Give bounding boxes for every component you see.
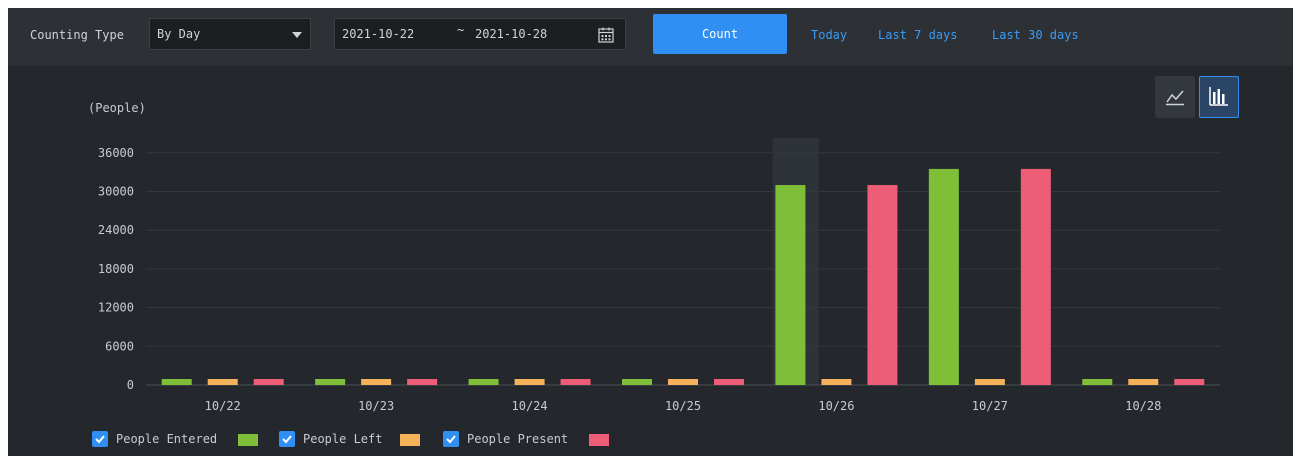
- legend-item-entered[interactable]: People Entered: [92, 430, 272, 448]
- x-tick-label: 10/26: [818, 399, 854, 413]
- x-tick-label: 10/22: [205, 399, 241, 413]
- bar: [622, 379, 652, 385]
- legend-label: People Left: [303, 432, 383, 446]
- legend-swatch-left: [400, 434, 420, 446]
- checkbox-checked-icon[interactable]: [92, 431, 108, 447]
- legend-swatch-present: [589, 434, 609, 446]
- checkbox-checked-icon[interactable]: [279, 431, 295, 447]
- x-tick-label: 10/24: [512, 399, 548, 413]
- bar: [315, 379, 346, 385]
- y-tick-label: 24000: [98, 223, 134, 237]
- legend-label: People Present: [467, 432, 569, 446]
- bar: [161, 379, 192, 385]
- y-tick-label: 18000: [98, 262, 134, 276]
- y-tick-label: 36000: [98, 146, 134, 160]
- legend-item-present[interactable]: People Present: [443, 430, 623, 448]
- bar: [974, 379, 1005, 385]
- bar: [468, 379, 499, 385]
- bar: [1128, 379, 1159, 385]
- bar: [207, 379, 238, 385]
- bar: [775, 185, 806, 385]
- bar: [668, 379, 698, 385]
- legend-swatch-entered: [238, 434, 258, 446]
- x-tick-label: 10/25: [665, 399, 701, 413]
- legend-label: People Entered: [116, 432, 218, 446]
- x-tick-label: 10/27: [972, 399, 1008, 413]
- bar: [560, 379, 591, 385]
- people-counting-panel: Counting Type By Day 2021-10-22 ~ 2021-1…: [8, 8, 1293, 456]
- bar: [821, 379, 852, 385]
- bar: [514, 379, 545, 385]
- x-tick-label: 10/28: [1125, 399, 1161, 413]
- y-tick-label: 12000: [98, 301, 134, 315]
- bar: [1020, 168, 1051, 385]
- x-tick-label: 10/23: [358, 399, 394, 413]
- checkbox-checked-icon[interactable]: [443, 431, 459, 447]
- bar: [1082, 379, 1113, 385]
- bar: [714, 379, 744, 385]
- y-tick-label: 0: [127, 378, 134, 392]
- bar: [928, 168, 959, 385]
- bar: [407, 379, 438, 385]
- bar: [361, 379, 392, 385]
- legend-item-left[interactable]: People Left: [279, 430, 429, 448]
- y-tick-label: 6000: [105, 339, 134, 353]
- people-bar-chart: 0 6000 12000 18000 24000 30000 36000 10/22 10/23…: [98, 138, 1220, 413]
- bar: [1174, 379, 1205, 385]
- bar: [253, 379, 284, 385]
- bar: [867, 185, 898, 385]
- y-tick-label: 30000: [98, 185, 134, 199]
